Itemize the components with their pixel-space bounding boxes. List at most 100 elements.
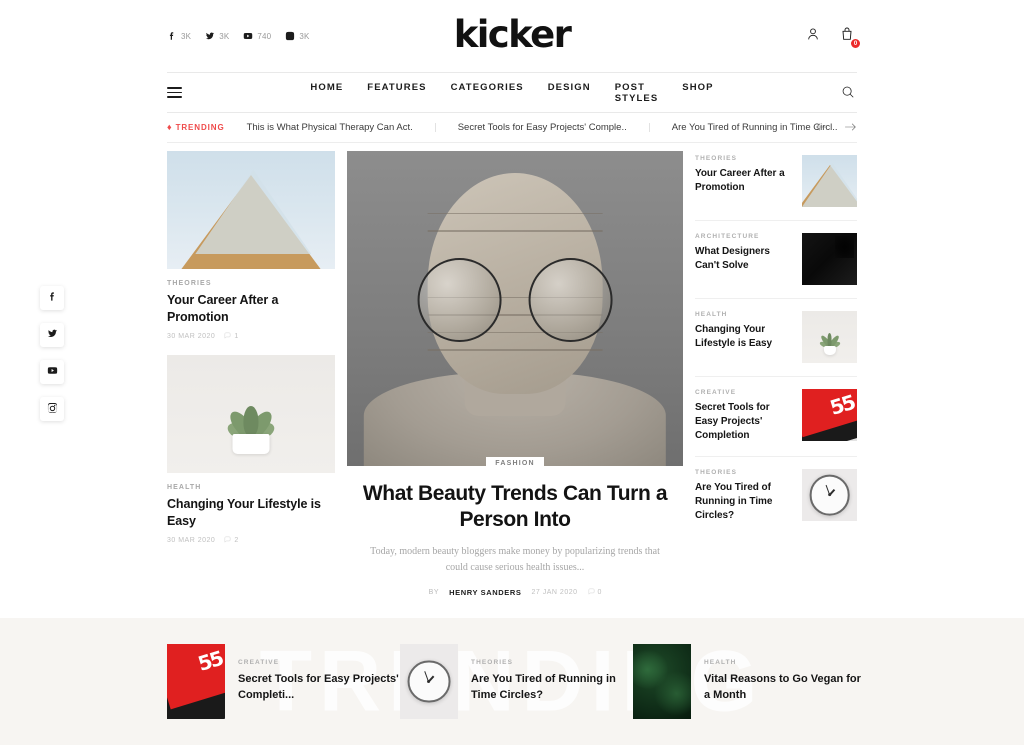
header-social-facebook[interactable]: 3K bbox=[167, 31, 191, 41]
trending-label-text: TRENDING bbox=[175, 123, 225, 132]
comment-count-value: 2 bbox=[234, 536, 239, 544]
social-rail-youtube[interactable] bbox=[40, 360, 64, 384]
list-item[interactable]: THEORIES Are You Tired of Running in Tim… bbox=[695, 457, 857, 536]
article-thumbnail[interactable] bbox=[802, 469, 857, 521]
article-thumbnail[interactable] bbox=[802, 155, 857, 207]
facebook-icon bbox=[167, 31, 177, 41]
arrow-right-icon bbox=[844, 119, 857, 136]
social-rail-twitter[interactable] bbox=[40, 323, 64, 347]
list-item[interactable]: THEORIES Your Career After a Promotion bbox=[695, 151, 857, 221]
article-title[interactable]: Changing Your Lifestyle is Easy bbox=[695, 323, 793, 351]
instagram-count: 3K bbox=[299, 31, 310, 41]
hero-excerpt: Today, modern beauty bloggers make money… bbox=[370, 545, 660, 574]
article-thumbnail[interactable] bbox=[400, 644, 458, 719]
left-article-card[interactable]: HEALTH Changing Your Lifestyle is Easy 3… bbox=[167, 354, 335, 545]
article-thumbnail[interactable] bbox=[633, 644, 691, 719]
article-meta: 30 MAR 2020 1 bbox=[167, 332, 335, 341]
flame-icon: ♦ bbox=[167, 122, 172, 132]
account-button[interactable] bbox=[803, 26, 823, 46]
article-title[interactable]: Are You Tired of Running in Time Circles… bbox=[471, 672, 633, 703]
article-thumbnail[interactable]: 55 bbox=[802, 389, 857, 441]
bottom-trending-cards: 55 CREATIVE Secret Tools for Easy Projec… bbox=[167, 618, 871, 745]
list-item-text: THEORIES Are You Tired of Running in Tim… bbox=[695, 469, 793, 523]
article-title[interactable]: Changing Your Lifestyle is Easy bbox=[167, 496, 335, 530]
trending-prev-button[interactable] bbox=[815, 119, 828, 137]
social-rail-facebook[interactable] bbox=[40, 286, 64, 310]
article-category[interactable]: THEORIES bbox=[695, 155, 793, 162]
article-title[interactable]: Are You Tired of Running in Time Circles… bbox=[695, 481, 793, 523]
list-item[interactable]: 55 CREATIVE Secret Tools for Easy Projec… bbox=[167, 644, 400, 719]
hero-image[interactable] bbox=[347, 151, 683, 466]
trending-strip: ♦ TRENDING This is What Physical Therapy… bbox=[167, 113, 857, 143]
trending-nav-arrows bbox=[815, 119, 857, 137]
wrapped-head-portrait-image bbox=[347, 151, 683, 466]
hamburger-menu-icon[interactable] bbox=[167, 87, 182, 98]
hero-title[interactable]: What Beauty Trends Can Turn a Person Int… bbox=[347, 481, 683, 534]
header-social-instagram[interactable]: 3K bbox=[285, 31, 309, 41]
article-thumbnail[interactable] bbox=[802, 233, 857, 285]
header-topbar: 3K 3K 740 3K kicker 0 bbox=[167, 0, 861, 72]
article-category[interactable]: HEALTH bbox=[167, 484, 335, 491]
list-item-text: THEORIES Are You Tired of Running in Tim… bbox=[471, 659, 633, 703]
article-category[interactable]: HEALTH bbox=[695, 311, 793, 318]
pyramid-roof-image bbox=[802, 155, 857, 207]
search-button[interactable] bbox=[841, 85, 857, 101]
cart-button[interactable]: 0 bbox=[837, 26, 861, 49]
article-title[interactable]: What Designers Can't Solve bbox=[695, 245, 793, 273]
comment-bubble-icon bbox=[224, 332, 231, 341]
floating-social-rail bbox=[40, 286, 64, 421]
list-item-text: THEORIES Your Career After a Promotion bbox=[695, 155, 793, 195]
wall-clock-image bbox=[400, 644, 458, 719]
social-rail-instagram[interactable] bbox=[40, 397, 64, 421]
cart-count-badge: 0 bbox=[850, 38, 861, 49]
nav-item-features[interactable]: FEATURES bbox=[367, 82, 426, 104]
arrow-left-icon bbox=[815, 119, 828, 136]
trending-item-1[interactable]: This is What Physical Therapy Can Act. bbox=[247, 122, 413, 133]
article-category[interactable]: HEALTH bbox=[704, 659, 866, 666]
hero-by-label: BY bbox=[428, 588, 440, 596]
list-item[interactable]: HEALTH Changing Your Lifestyle is Easy bbox=[695, 299, 857, 377]
article-title[interactable]: Your Career After a Promotion bbox=[695, 167, 793, 195]
article-meta: 30 MAR 2020 2 bbox=[167, 536, 335, 545]
divider bbox=[434, 123, 436, 132]
nav-item-home[interactable]: HOME bbox=[310, 82, 343, 104]
article-title[interactable]: Secret Tools for Easy Projects' Completi… bbox=[695, 401, 793, 443]
wall-clock-image bbox=[802, 469, 857, 521]
list-item[interactable]: THEORIES Are You Tired of Running in Tim… bbox=[400, 644, 633, 719]
youtube-count: 740 bbox=[257, 31, 272, 41]
article-category[interactable]: CREATIVE bbox=[695, 389, 793, 396]
list-item[interactable]: CREATIVE Secret Tools for Easy Projects'… bbox=[695, 377, 857, 457]
article-category[interactable]: ARCHITECTURE bbox=[695, 233, 793, 240]
article-category[interactable]: THEORIES bbox=[167, 280, 335, 287]
hero-category-badge[interactable]: FASHION bbox=[486, 457, 544, 470]
nav-item-shop[interactable]: SHOP bbox=[682, 82, 713, 104]
list-item-text: HEALTH Vital Reasons to Go Vegan for a M… bbox=[704, 659, 866, 703]
article-thumbnail[interactable] bbox=[802, 311, 857, 363]
article-title[interactable]: Your Career After a Promotion bbox=[167, 292, 335, 326]
header-social-twitter[interactable]: 3K bbox=[205, 31, 229, 41]
article-thumbnail[interactable] bbox=[167, 151, 335, 269]
site-logo[interactable]: kicker bbox=[454, 16, 572, 53]
list-item[interactable]: HEALTH Vital Reasons to Go Vegan for a M… bbox=[633, 644, 866, 719]
nav-item-categories[interactable]: CATEGORIES bbox=[451, 82, 524, 104]
comment-count-value: 0 bbox=[597, 588, 602, 596]
nav-menu: HOME FEATURES CATEGORIES DESIGN POST STY… bbox=[310, 82, 713, 104]
article-title[interactable]: Secret Tools for Easy Projects' Completi… bbox=[238, 672, 400, 703]
trending-item-2[interactable]: Secret Tools for Easy Projects' Comple.. bbox=[458, 122, 627, 133]
trending-next-button[interactable] bbox=[844, 119, 857, 137]
article-thumbnail[interactable]: 55 bbox=[167, 644, 225, 719]
article-category[interactable]: CREATIVE bbox=[238, 659, 400, 666]
nav-item-design[interactable]: DESIGN bbox=[548, 82, 591, 104]
article-thumbnail[interactable] bbox=[167, 354, 335, 473]
hero-meta: BY HENRY SANDERS 27 JAN 2020 0 bbox=[347, 588, 683, 597]
nav-item-post-styles[interactable]: POST STYLES bbox=[615, 82, 659, 104]
header-social-youtube[interactable]: 740 bbox=[243, 31, 271, 41]
article-category[interactable]: THEORIES bbox=[471, 659, 633, 666]
list-item[interactable]: ARCHITECTURE What Designers Can't Solve bbox=[695, 221, 857, 299]
article-title[interactable]: Vital Reasons to Go Vegan for a Month bbox=[704, 672, 866, 703]
twitter-count: 3K bbox=[219, 31, 230, 41]
article-category[interactable]: THEORIES bbox=[695, 469, 793, 476]
trending-item-3[interactable]: Are You Tired of Running in Time Circl.. bbox=[672, 122, 838, 133]
left-article-card[interactable]: THEORIES Your Career After a Promotion 3… bbox=[167, 151, 335, 341]
hero-author[interactable]: HENRY SANDERS bbox=[449, 588, 521, 597]
